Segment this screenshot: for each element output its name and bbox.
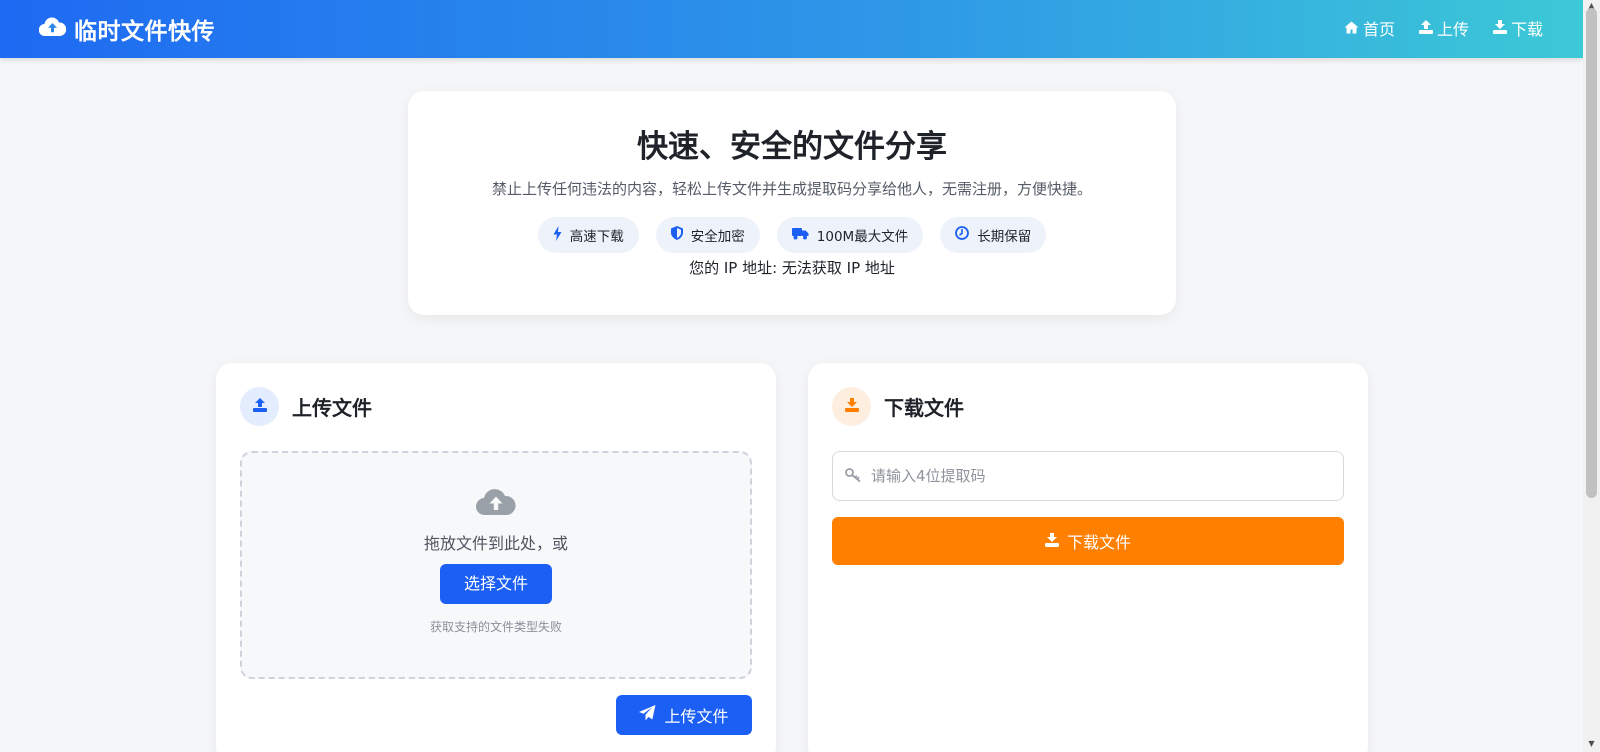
- nav-upload[interactable]: 上传: [1418, 16, 1469, 40]
- bolt-icon: [553, 225, 562, 245]
- feature-list: 高速下载 安全加密 100M最大文件 长期保留: [408, 217, 1176, 253]
- select-file-button[interactable]: 选择文件: [440, 564, 552, 604]
- feature-label: 高速下载: [569, 229, 624, 245]
- top-navbar: 临时文件快传 首页 上传 下载: [0, 0, 1583, 58]
- feature-label: 安全加密: [690, 229, 745, 245]
- ip-address-text: 您的 IP 地址: 无法获取 IP 地址: [689, 259, 895, 277]
- key-icon: [845, 467, 861, 486]
- brand-title: 临时文件快传: [74, 19, 215, 45]
- scroll-down-arrow[interactable]: ▼: [1587, 740, 1596, 748]
- hero-card: 快速、安全的文件分享 禁止上传任何违法的内容，轻松上传文件并生成提取码分享给他人…: [408, 91, 1176, 315]
- nav-upload-label: 上传: [1436, 20, 1469, 39]
- download-icon: [1492, 19, 1507, 38]
- download-file-button[interactable]: 下载文件: [832, 517, 1344, 565]
- file-dropzone[interactable]: 拖放文件到此处，或 选择文件 获取支持的文件类型失败: [240, 451, 752, 679]
- file-type-hint: 获取支持的文件类型失败: [429, 620, 562, 634]
- feature-badge: 高速下载: [537, 217, 639, 253]
- download-card-title: 下载文件: [884, 396, 964, 420]
- shield-icon: [670, 226, 683, 244]
- download-icon: [844, 397, 859, 416]
- upload-icon: [252, 397, 267, 416]
- download-icon-circle: [832, 387, 871, 426]
- download-file-button-label: 下载文件: [1066, 533, 1131, 552]
- page-scrollbar[interactable]: ▲ ▼: [1583, 0, 1600, 752]
- hero-subtitle: 禁止上传任何违法的内容，轻松上传文件并生成提取码分享给他人，无需注册，方便快捷。: [491, 180, 1092, 198]
- cloud-upload-icon: [242, 487, 750, 517]
- nav-links: 首页 上传 下载: [1344, 16, 1543, 40]
- feature-label: 100M最大文件: [816, 229, 909, 245]
- upload-file-button-label: 上传文件: [664, 707, 729, 726]
- dropzone-text: 拖放文件到此处，或: [423, 534, 568, 553]
- truck-icon: [791, 227, 809, 244]
- download-icon: [1044, 532, 1059, 551]
- hero-title: 快速、安全的文件分享: [637, 129, 947, 165]
- brand-logo[interactable]: 临时文件快传: [38, 12, 215, 46]
- extract-code-input[interactable]: [871, 456, 1343, 496]
- download-card: 下载文件 下载文件: [808, 363, 1368, 752]
- paper-plane-icon: [639, 705, 656, 725]
- upload-card-title: 上传文件: [292, 396, 372, 420]
- feature-badge: 长期保留: [940, 217, 1047, 253]
- clock-icon: [955, 226, 970, 244]
- cloud-upload-icon: [38, 16, 67, 42]
- feature-badge: 安全加密: [655, 217, 760, 253]
- feature-label: 长期保留: [977, 229, 1032, 245]
- home-icon: [1344, 19, 1359, 38]
- nav-home-label: 首页: [1362, 20, 1395, 39]
- upload-icon-circle: [240, 387, 279, 426]
- download-card-header: 下载文件: [832, 387, 964, 426]
- extract-code-field: [832, 451, 1344, 501]
- nav-home[interactable]: 首页: [1344, 16, 1395, 40]
- feature-badge: 100M最大文件: [776, 217, 924, 253]
- nav-download[interactable]: 下载: [1492, 16, 1543, 40]
- scrollbar-thumb[interactable]: [1586, 8, 1597, 498]
- upload-card-header: 上传文件: [240, 387, 372, 426]
- upload-file-button[interactable]: 上传文件: [616, 695, 752, 735]
- nav-download-label: 下载: [1510, 20, 1543, 39]
- upload-icon: [1418, 19, 1433, 38]
- upload-card: 上传文件 拖放文件到此处，或 选择文件 获取支持的文件类型失败 上传文件: [216, 363, 776, 752]
